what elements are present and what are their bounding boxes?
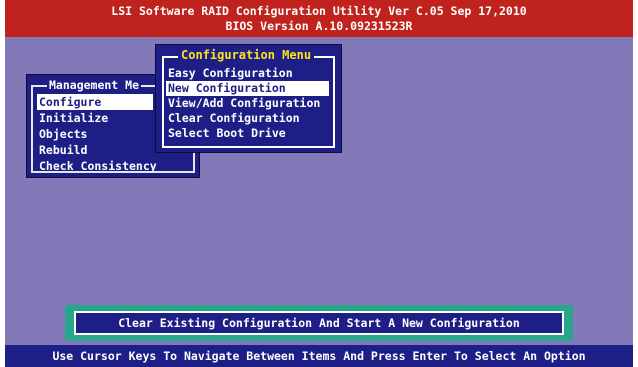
- menu-item-initialize[interactable]: Initialize: [37, 110, 153, 126]
- management-menu-list: Configure Initialize Objects Rebuild Che…: [37, 94, 159, 174]
- menu-item-clear-configuration[interactable]: Clear Configuration: [166, 111, 329, 126]
- menu-item-easy-configuration[interactable]: Easy Configuration: [166, 66, 329, 81]
- configuration-menu-title: Configuration Menu: [178, 48, 315, 63]
- menu-item-configure[interactable]: Configure: [37, 94, 153, 110]
- help-bar: Use Cursor Keys To Navigate Between Item…: [5, 345, 633, 367]
- status-message-box: Clear Existing Configuration And Start A…: [65, 305, 573, 341]
- configuration-menu: Configuration Menu Easy Configuration Ne…: [155, 44, 342, 153]
- configuration-menu-list: Easy Configuration New Configuration Vie…: [166, 66, 329, 141]
- bios-version: BIOS Version A.10.09231523R: [225, 19, 413, 33]
- bios-screen: LSI Software RAID Configuration Utility …: [5, 0, 633, 367]
- menu-item-objects[interactable]: Objects: [37, 126, 153, 142]
- title-bar: LSI Software RAID Configuration Utility …: [5, 0, 633, 37]
- status-message: Clear Existing Configuration And Start A…: [74, 311, 564, 335]
- menu-item-select-boot-drive[interactable]: Select Boot Drive: [166, 126, 329, 141]
- menu-item-view-add-configuration[interactable]: View/Add Configuration: [166, 96, 329, 111]
- menu-item-new-configuration[interactable]: New Configuration: [166, 81, 329, 96]
- management-menu-title: Management Me: [47, 78, 142, 92]
- menu-item-rebuild[interactable]: Rebuild: [37, 142, 153, 158]
- menu-item-check-consistency[interactable]: Check Consistency: [37, 158, 159, 174]
- utility-title: LSI Software RAID Configuration Utility …: [111, 4, 527, 18]
